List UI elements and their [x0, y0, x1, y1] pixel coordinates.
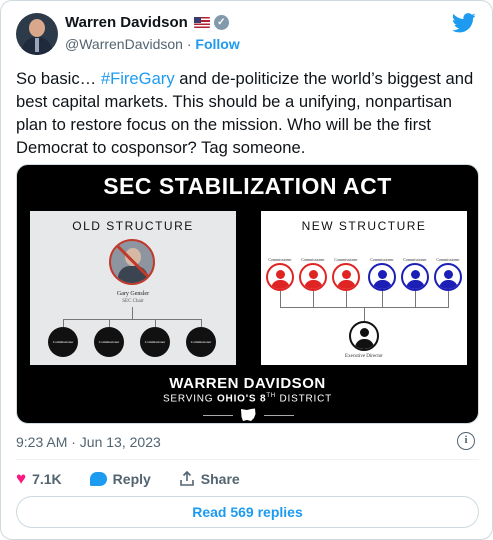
old-structure-title: OLD STRUCTURE [72, 219, 194, 233]
image-title: SEC STABILIZATION ACT [103, 173, 392, 199]
commissioner-node: Commissioner [140, 327, 170, 357]
reply-icon [89, 472, 107, 486]
commissioner-label: Commissioner [268, 257, 292, 262]
tweet-text: So basic… #FireGary and de-politicize th… [16, 67, 481, 159]
commissioner-label: Commissioner [301, 257, 325, 262]
old-structure-panel: OLD STRUCTURE Gary Gensler SEC Chair Com… [30, 211, 236, 365]
chair-title: SEC Chair [122, 299, 144, 304]
commissioner-node: Commissioner [48, 327, 78, 357]
commissioner-label: Commissioner [370, 257, 394, 262]
ohio-state-icon [241, 408, 256, 421]
handle-separator: · [186, 36, 192, 52]
us-flag-icon [193, 17, 210, 28]
action-bar: ♥ 7.1K Reply Share [16, 469, 240, 489]
commissioner-label: Commissioner [334, 257, 358, 262]
republican-commissioner-icon [332, 263, 360, 291]
commissioner-node: Commissioner [186, 327, 216, 357]
democrat-commissioner-icon [368, 263, 396, 291]
read-replies-button[interactable]: Read 569 replies [16, 496, 479, 528]
share-button[interactable]: Share [179, 471, 240, 487]
brand-name: WARREN DAVIDSON [169, 375, 326, 392]
executive-director-label: Executive Director [345, 354, 383, 359]
hashtag-link[interactable]: #FireGary [101, 69, 175, 88]
like-count: 7.1K [32, 471, 62, 487]
author-handle-row: @WarrenDavidson · Follow [65, 36, 240, 52]
share-label: Share [200, 471, 240, 487]
democrat-commissioner-icon [401, 263, 429, 291]
verified-badge-icon: ✓ [213, 15, 229, 30]
chair-name: Gary Gensler [116, 291, 150, 297]
twitter-bird-icon[interactable] [452, 13, 476, 33]
follow-button[interactable]: Follow [195, 36, 239, 52]
heart-icon: ♥ [16, 469, 27, 488]
commissioner-node: Commissioner [94, 327, 124, 357]
republican-commissioner-icon [299, 263, 327, 291]
tweet-image[interactable]: SEC STABILIZATION ACT OLD STRUCTURE Gary… [16, 164, 479, 424]
commissioner-label: Commissioner [436, 257, 460, 262]
chair-portrait [109, 239, 155, 285]
avatar[interactable] [16, 13, 58, 55]
like-button[interactable]: ♥ 7.1K [16, 469, 62, 489]
democrat-commissioner-icon [434, 263, 462, 291]
tweet-timestamp[interactable]: 9:23 AM · Jun 13, 2023 [16, 434, 161, 450]
brand-subtitle: SERVING OHIO'S 8TH DISTRICT [162, 393, 333, 405]
new-structure-title: NEW STRUCTURE [301, 219, 427, 233]
executive-director-icon [349, 321, 379, 351]
reply-label: Reply [112, 471, 151, 487]
tweet-card: Warren Davidson ✓ @WarrenDavidson · Foll… [0, 0, 493, 540]
author-handle[interactable]: @WarrenDavidson [65, 36, 183, 52]
tweet-text-start: So basic… [16, 69, 101, 88]
new-structure-panel: NEW STRUCTURE Commissioner Commissioner … [261, 211, 467, 365]
author-name-row: Warren Davidson ✓ [65, 14, 229, 31]
share-icon [179, 471, 194, 486]
info-icon[interactable]: i [457, 432, 475, 450]
divider [16, 459, 479, 460]
author-name[interactable]: Warren Davidson [65, 14, 188, 31]
commissioner-label: Commissioner [403, 257, 427, 262]
republican-commissioner-icon [266, 263, 294, 291]
reply-button[interactable]: Reply [89, 471, 151, 487]
